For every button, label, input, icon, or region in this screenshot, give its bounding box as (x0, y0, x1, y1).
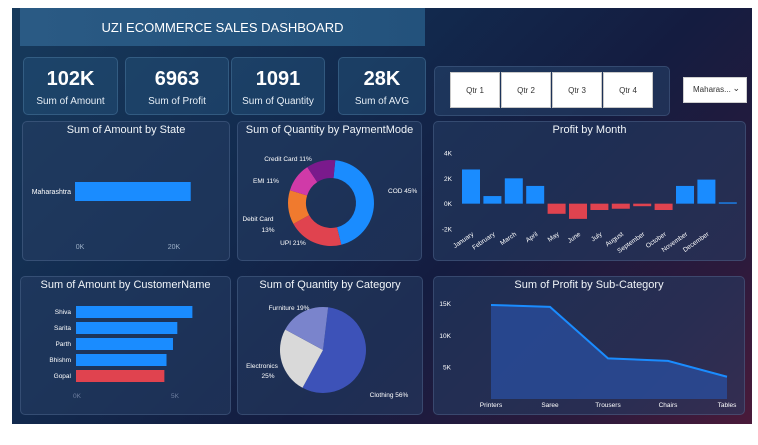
tick-label: 5K (171, 393, 180, 400)
kpi-label: Sum of Amount (36, 96, 105, 107)
quantity-by-paymentmode-chart: COD 45% UPI 21% Debit Card 13% EMI 11% Credit… (242, 156, 417, 247)
tick-label: 5K (443, 365, 452, 372)
bar (633, 203, 652, 207)
amount-by-customer-chart: Shiva Sarita Parth Bhishm Gopal 0K 5K (49, 306, 193, 400)
qtr1-button[interactable]: Qtr 1 (450, 72, 500, 108)
tick-label: 15K (439, 301, 451, 308)
data-label: EMI 11% (253, 178, 279, 185)
tick-label: 0K (76, 244, 85, 251)
data-label: 25% (261, 373, 274, 380)
kpi-value: 102K (46, 68, 95, 90)
bar (76, 306, 193, 318)
bar (76, 338, 173, 350)
category-label: Bhishm (49, 357, 71, 364)
kpi-value: 6963 (154, 68, 200, 90)
month-label: May (547, 230, 562, 243)
panel-quantity-by-paymentmode: Sum of Quantity by PaymentMode COD 45% UP… (237, 121, 422, 261)
bar (718, 202, 737, 204)
bar (76, 354, 167, 366)
kpi-card-profit: 6963 Sum of Profit (125, 57, 229, 115)
month-label: February (471, 230, 497, 251)
data-label: Debit Card (242, 216, 273, 223)
kpi-card-amount: 102K Sum of Amount (23, 57, 118, 115)
tick-label: 10K (439, 333, 451, 340)
bar (76, 370, 165, 382)
dashboard-canvas: UZI ECOMMERCE SALES DASHBOARD 102K Sum o… (12, 8, 752, 424)
state-dropdown-value: Maharas... (693, 85, 731, 94)
data-label: Clothing 56% (370, 392, 409, 399)
category-label: Maharashtra (32, 189, 71, 196)
month-label: July (590, 230, 604, 243)
month-label: April (525, 231, 540, 245)
category-label: Printers (480, 402, 503, 409)
state-dropdown[interactable]: Maharas... ⌄ (683, 77, 747, 103)
category-label: Gopal (54, 373, 72, 380)
bar (569, 203, 587, 219)
profit-by-month-chart: 4K2K0K-2KJanuaryFebruary March April May Jun… (442, 151, 737, 255)
panel-profit-by-subcategory: Sum of Profit by Sub-Category 15K 10K 5K Pr… (433, 276, 745, 415)
category-label: Shiva (55, 309, 72, 316)
tick-label: 4K (444, 151, 453, 158)
area-fill (491, 304, 727, 399)
tick-label: -2K (442, 227, 453, 234)
dashboard-title: UZI ECOMMERCE SALES DASHBOARD (20, 8, 425, 46)
data-label: Furniture 19% (269, 305, 310, 312)
bar (611, 203, 630, 209)
bar (76, 322, 178, 334)
data-label: Electronics (246, 363, 279, 370)
data-label: COD 45% (388, 188, 417, 195)
bar (504, 178, 523, 204)
donut-slice-cod (333, 160, 374, 245)
bar (462, 169, 480, 204)
tick-label: 2K (444, 176, 453, 183)
tick-label: 0K (444, 201, 453, 208)
kpi-value: 28K (363, 68, 401, 90)
profit-by-subcategory-chart: 15K 10K 5K Printers Saree Trousers Chairs Table… (439, 301, 738, 409)
category-label: Parth (55, 341, 71, 348)
data-label: 13% (261, 227, 274, 234)
bar (75, 182, 191, 201)
amount-by-state-chart: Maharashtra 0K 20K (32, 182, 191, 251)
qtr3-button[interactable]: Qtr 3 (552, 72, 602, 108)
kpi-label: Sum of Profit (148, 96, 206, 107)
bar (697, 179, 716, 204)
bar (547, 203, 566, 214)
category-label: Tables (718, 402, 738, 409)
tick-label: 0K (73, 393, 82, 400)
category-label: Sarita (54, 325, 71, 332)
category-label: Saree (541, 402, 559, 409)
panel-quantity-by-category: Sum of Quantity by Category Clothing 56%… (237, 276, 423, 415)
kpi-card-avg: 28K Sum of AVG (338, 57, 426, 115)
kpi-label: Sum of AVG (354, 96, 410, 107)
bar (590, 203, 609, 210)
data-label: Credit Card 11% (264, 156, 312, 163)
kpi-value: 1091 (255, 68, 301, 90)
kpi-card-quantity: 1091 Sum of Quantity (231, 57, 325, 115)
chevron-down-icon: ⌄ (732, 83, 740, 93)
bar (654, 203, 673, 210)
bar (483, 196, 502, 204)
category-label: Trousers (595, 402, 621, 409)
qtr4-button[interactable]: Qtr 4 (603, 72, 653, 108)
quantity-by-category-chart: Clothing 56% Electronics 25% Furniture 19% (246, 305, 409, 399)
qtr2-button[interactable]: Qtr 2 (501, 72, 551, 108)
bar (676, 185, 694, 204)
tick-label: 20K (168, 244, 181, 251)
month-label: March (499, 231, 518, 247)
data-label: UPI 21% (280, 240, 306, 247)
kpi-label: Sum of Quantity (242, 96, 314, 107)
quarter-slicer: Qtr 1 Qtr 2 Qtr 3 Qtr 4 (434, 66, 670, 116)
category-label: Chairs (659, 402, 679, 409)
panel-amount-by-customer: Sum of Amount by CustomerName Shiva Sarit… (20, 276, 231, 415)
panel-profit-by-month: Profit by Month 4K 2K 0K -2K January February… (433, 121, 746, 261)
bar (526, 185, 545, 204)
panel-amount-by-state: Sum of Amount by State Maharashtra 0K 20K (22, 121, 230, 261)
month-label: June (567, 231, 583, 245)
